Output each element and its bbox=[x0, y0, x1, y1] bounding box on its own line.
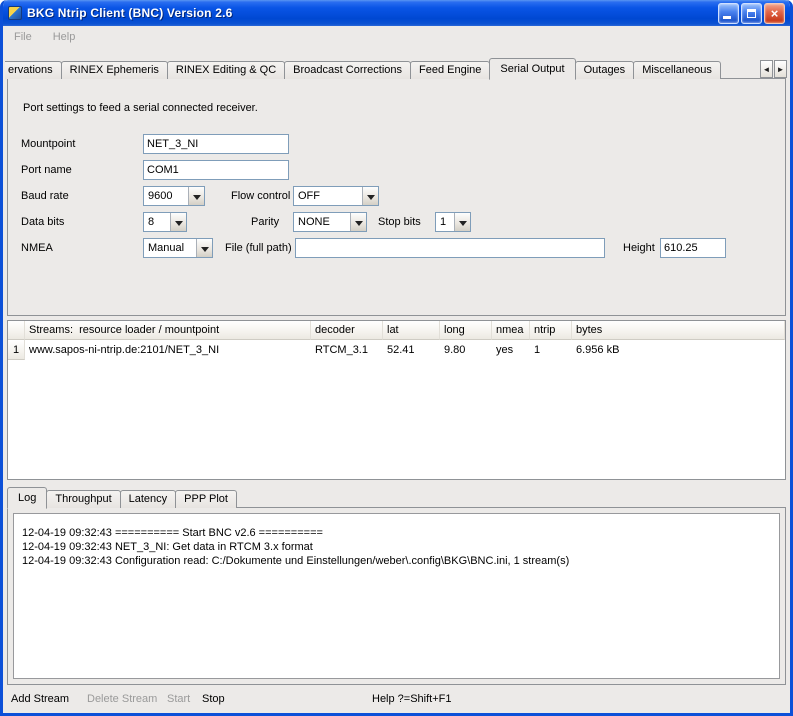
menu-bar: File Help bbox=[3, 26, 790, 47]
maximize-icon bbox=[747, 9, 756, 18]
tab-rinex-ephemeris[interactable]: RINEX Ephemeris bbox=[61, 61, 168, 79]
stop-button[interactable]: Stop bbox=[202, 687, 225, 711]
mountpoint-input[interactable] bbox=[143, 134, 289, 154]
window-title: BKG Ntrip Client (BNC) Version 2.6 bbox=[27, 6, 233, 20]
nmea-label: NMEA bbox=[21, 238, 53, 258]
tab-scroll-left-icon[interactable]: ◄ bbox=[760, 60, 773, 78]
port-name-input[interactable] bbox=[143, 160, 289, 180]
tab-outages[interactable]: Outages bbox=[575, 61, 635, 79]
cell-lat: 52.41 bbox=[383, 340, 440, 360]
stop-bits-label: Stop bits bbox=[378, 212, 421, 232]
streams-header-corner bbox=[8, 321, 25, 340]
tab-serial-output[interactable]: Serial Output bbox=[489, 58, 575, 80]
add-stream-button[interactable]: Add Stream bbox=[11, 687, 69, 711]
dropdown-arrow-icon bbox=[188, 187, 204, 205]
streams-table: Streams: resource loader / mountpoint de… bbox=[7, 320, 786, 480]
tab-feed-engine[interactable]: Feed Engine bbox=[410, 61, 490, 79]
tab-ppp-plot[interactable]: PPP Plot bbox=[175, 490, 237, 508]
streams-header-mountpoint[interactable]: Streams: resource loader / mountpoint bbox=[25, 321, 311, 340]
row-number: 1 bbox=[8, 340, 25, 360]
tab-observations[interactable]: ervations bbox=[5, 61, 62, 79]
stop-bits-select[interactable]: 1 bbox=[435, 212, 471, 232]
menu-file[interactable]: File bbox=[12, 29, 34, 45]
app-icon bbox=[8, 6, 22, 20]
minimize-button[interactable] bbox=[718, 3, 739, 24]
tab-log[interactable]: Log bbox=[7, 487, 47, 509]
serial-description: Port settings to feed a serial connected… bbox=[23, 102, 258, 114]
height-input[interactable] bbox=[660, 238, 726, 258]
dropdown-arrow-icon bbox=[454, 213, 470, 231]
log-line: 12-04-19 09:32:43 NET_3_NI: Get data in … bbox=[22, 540, 771, 554]
main-tab-bar: ervations RINEX Ephemeris RINEX Editing … bbox=[5, 57, 788, 79]
streams-header-nmea[interactable]: nmea bbox=[492, 321, 530, 340]
cell-nmea: yes bbox=[492, 340, 530, 360]
table-row[interactable]: 1 www.sapos-ni-ntrip.de:2101/NET_3_NI RT… bbox=[8, 340, 785, 360]
data-bits-value: 8 bbox=[148, 216, 154, 228]
log-output[interactable]: 12-04-19 09:32:43 ========== Start BNC v… bbox=[13, 513, 780, 679]
dropdown-arrow-icon bbox=[196, 239, 212, 257]
serial-output-pane: Port settings to feed a serial connected… bbox=[7, 78, 786, 316]
close-icon: × bbox=[771, 7, 779, 20]
flow-control-select[interactable]: OFF bbox=[293, 186, 379, 206]
dropdown-arrow-icon bbox=[170, 213, 186, 231]
footer-bar: Add Stream Delete Stream Start Stop Help… bbox=[7, 687, 786, 711]
data-bits-select[interactable]: 8 bbox=[143, 212, 187, 232]
tab-broadcast-corrections[interactable]: Broadcast Corrections bbox=[284, 61, 411, 79]
cell-mountpoint: www.sapos-ni-ntrip.de:2101/NET_3_NI bbox=[25, 340, 311, 360]
tab-latency[interactable]: Latency bbox=[120, 490, 177, 508]
bottom-tab-bar: Log Throughput Latency PPP Plot bbox=[7, 486, 786, 508]
streams-header-ntrip[interactable]: ntrip bbox=[530, 321, 572, 340]
baud-rate-value: 9600 bbox=[148, 190, 172, 202]
title-bar: BKG Ntrip Client (BNC) Version 2.6 × bbox=[3, 0, 790, 26]
data-bits-label: Data bits bbox=[21, 212, 64, 232]
minimize-icon bbox=[723, 16, 731, 19]
parity-value: NONE bbox=[298, 216, 330, 228]
cell-bytes: 6.956 kB bbox=[572, 340, 785, 360]
file-path-label: File (full path) bbox=[225, 238, 292, 258]
window-controls: × bbox=[718, 3, 785, 24]
cell-decoder: RTCM_3.1 bbox=[311, 340, 383, 360]
tab-scroll-right-icon[interactable]: ► bbox=[774, 60, 787, 78]
bnc-window: BKG Ntrip Client (BNC) Version 2.6 × Fil… bbox=[0, 0, 793, 716]
log-line: 12-04-19 09:32:43 Configuration read: C:… bbox=[22, 554, 771, 568]
port-name-label: Port name bbox=[21, 160, 72, 180]
tab-scrollers: ◄ ► bbox=[759, 60, 787, 78]
log-line: 12-04-19 09:32:43 ========== Start BNC v… bbox=[22, 526, 771, 540]
cell-ntrip: 1 bbox=[530, 340, 572, 360]
streams-header-long[interactable]: long bbox=[440, 321, 492, 340]
stop-bits-value: 1 bbox=[440, 216, 446, 228]
streams-header-decoder[interactable]: decoder bbox=[311, 321, 383, 340]
tab-rinex-editing-qc[interactable]: RINEX Editing & QC bbox=[167, 61, 285, 79]
close-button[interactable]: × bbox=[764, 3, 785, 24]
dropdown-arrow-icon bbox=[350, 213, 366, 231]
streams-header-row: Streams: resource loader / mountpoint de… bbox=[8, 321, 785, 340]
streams-header-lat[interactable]: lat bbox=[383, 321, 440, 340]
cell-long: 9.80 bbox=[440, 340, 492, 360]
delete-stream-button: Delete Stream bbox=[87, 687, 157, 711]
log-pane: 12-04-19 09:32:43 ========== Start BNC v… bbox=[7, 507, 786, 685]
height-label: Height bbox=[623, 238, 655, 258]
maximize-button[interactable] bbox=[741, 3, 762, 24]
flow-control-label: Flow control bbox=[231, 186, 290, 206]
menu-help[interactable]: Help bbox=[51, 29, 78, 45]
streams-header-bytes[interactable]: bytes bbox=[572, 321, 785, 340]
start-button: Start bbox=[167, 687, 190, 711]
tab-miscellaneous[interactable]: Miscellaneous bbox=[633, 61, 721, 79]
flow-control-value: OFF bbox=[298, 190, 320, 202]
baud-rate-label: Baud rate bbox=[21, 186, 69, 206]
nmea-value: Manual bbox=[148, 242, 184, 254]
file-path-input[interactable] bbox=[295, 238, 605, 258]
baud-rate-select[interactable]: 9600 bbox=[143, 186, 205, 206]
dropdown-arrow-icon bbox=[362, 187, 378, 205]
parity-select[interactable]: NONE bbox=[293, 212, 367, 232]
help-shortcut-label: Help ?=Shift+F1 bbox=[372, 687, 452, 711]
mountpoint-label: Mountpoint bbox=[21, 134, 75, 154]
nmea-select[interactable]: Manual bbox=[143, 238, 213, 258]
tab-throughput[interactable]: Throughput bbox=[46, 490, 120, 508]
parity-label: Parity bbox=[251, 212, 279, 232]
